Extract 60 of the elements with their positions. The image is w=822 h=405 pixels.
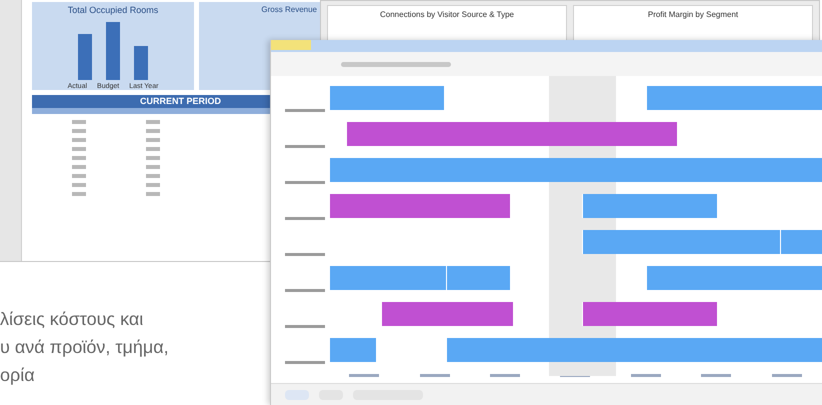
date-label-drawing bbox=[701, 374, 732, 377]
date-label-drawing bbox=[630, 374, 661, 377]
event-bar[interactable] bbox=[446, 266, 510, 290]
event-bar[interactable] bbox=[646, 266, 822, 290]
chart-title: Gross Revenue bbox=[261, 4, 317, 16]
event-bar[interactable] bbox=[446, 338, 822, 362]
event-bar[interactable] bbox=[582, 230, 780, 254]
scrollbar-thumb[interactable] bbox=[341, 62, 451, 66]
table-value-drawing bbox=[72, 156, 86, 160]
chart-title: Profit Margin by Segment bbox=[648, 9, 738, 21]
table-value-drawing bbox=[72, 183, 86, 187]
chart-title: Total Occupied Rooms bbox=[68, 4, 158, 17]
event-bar[interactable] bbox=[582, 194, 717, 218]
event-bar[interactable] bbox=[380, 302, 513, 326]
event-bar[interactable] bbox=[646, 86, 822, 110]
chart-bar bbox=[134, 46, 148, 80]
row-label-drawing bbox=[285, 253, 325, 256]
table-value-drawing bbox=[72, 147, 86, 151]
table-value-drawing bbox=[146, 192, 160, 196]
row-label-drawing bbox=[285, 109, 325, 112]
table-value-drawing bbox=[146, 183, 160, 187]
row-label-drawing bbox=[285, 181, 325, 184]
row-label-drawing bbox=[285, 361, 325, 364]
table-value-drawing bbox=[146, 129, 160, 133]
table-value-drawing bbox=[72, 192, 86, 196]
event-bar[interactable] bbox=[329, 86, 444, 110]
table-value-drawing bbox=[146, 156, 160, 160]
date-label-drawing bbox=[349, 374, 380, 377]
caption-line: λίσεις κόστους και bbox=[0, 308, 144, 331]
table-value-drawing bbox=[72, 174, 86, 178]
date-label-drawing bbox=[420, 374, 450, 377]
row-label-drawing bbox=[285, 325, 325, 328]
chart-bar bbox=[106, 22, 120, 80]
caption-line: υ ανά προϊόν, τμήμα, bbox=[0, 336, 170, 359]
date-label-drawing bbox=[772, 374, 802, 377]
table-value-drawing bbox=[146, 174, 160, 178]
event-bar[interactable] bbox=[780, 230, 822, 254]
row-label-drawing bbox=[285, 217, 325, 220]
date-label-drawing bbox=[490, 374, 520, 377]
table-value-drawing bbox=[72, 165, 86, 169]
chart-title: Connections by Visitor Source & Type bbox=[380, 9, 514, 21]
table-value-drawing bbox=[72, 138, 86, 142]
row-label-drawing bbox=[285, 289, 325, 292]
window-tab[interactable] bbox=[271, 40, 311, 50]
date-label-drawing bbox=[560, 374, 590, 377]
table-value-drawing bbox=[146, 138, 160, 142]
event-bar[interactable] bbox=[329, 158, 822, 182]
row-label-drawing bbox=[285, 145, 325, 148]
event-bar[interactable] bbox=[329, 194, 510, 218]
table-value-drawing bbox=[72, 129, 86, 133]
table-value-drawing bbox=[146, 165, 160, 169]
table-value-drawing bbox=[72, 120, 86, 124]
table-value-drawing bbox=[146, 120, 160, 124]
event-bar[interactable] bbox=[582, 302, 717, 326]
event-bar[interactable] bbox=[346, 122, 678, 146]
event-bar[interactable] bbox=[329, 266, 446, 290]
table-value-drawing bbox=[146, 147, 160, 151]
chart-bar bbox=[78, 34, 92, 80]
caption-line: ορία bbox=[0, 364, 36, 387]
event-bar[interactable] bbox=[329, 338, 376, 362]
